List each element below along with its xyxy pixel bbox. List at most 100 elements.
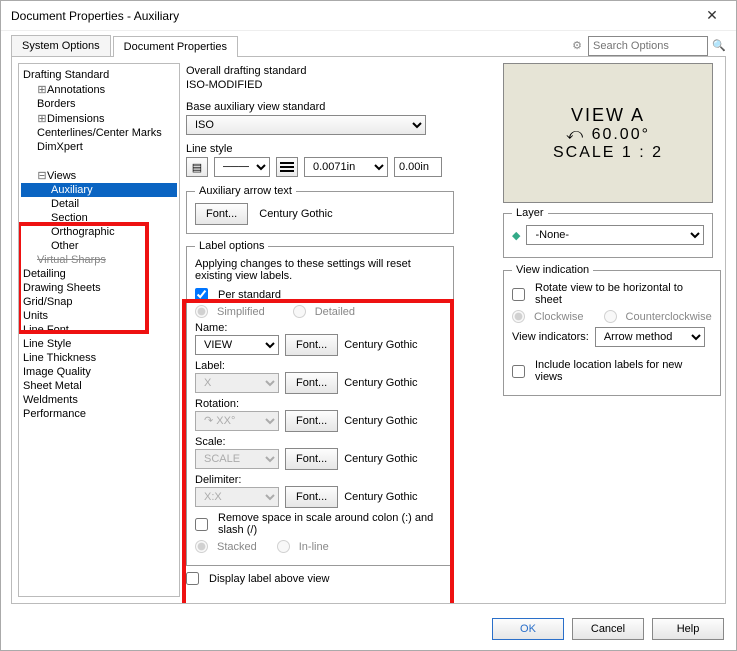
per-standard-label: Per standard	[218, 289, 281, 301]
tree-sheet-metal[interactable]: Sheet Metal	[21, 379, 177, 393]
name-font-button[interactable]: Font...	[285, 334, 338, 356]
tree-detail[interactable]: Detail	[21, 197, 177, 211]
tree-performance[interactable]: Performance	[21, 407, 177, 421]
search-icon[interactable]: 🔍	[712, 39, 726, 52]
search-input[interactable]	[588, 36, 708, 56]
cancel-button[interactable]: Cancel	[572, 618, 644, 640]
label-font-name: Century Gothic	[344, 377, 417, 389]
scale-select: SCALE	[195, 449, 279, 469]
overall-standard-value: ISO-MODIFIED	[186, 79, 454, 91]
detailed-radio	[293, 305, 306, 318]
tree-other[interactable]: Other	[21, 239, 177, 253]
auxiliary-arrow-text-legend: Auxiliary arrow text	[195, 185, 296, 197]
tree-orthographic[interactable]: Orthographic	[21, 225, 177, 239]
rotation-font-name: Century Gothic	[344, 415, 417, 427]
tree-annotations[interactable]: ⊞Annotations	[21, 82, 177, 97]
tree-borders[interactable]: Borders	[21, 97, 177, 111]
delimiter-font-button[interactable]: Font...	[285, 486, 338, 508]
tree-dimxpert[interactable]: DimXpert	[21, 140, 177, 154]
name-select[interactable]: VIEW	[195, 335, 279, 355]
rotation-label: Rotation:	[195, 398, 445, 410]
tree-centerlines[interactable]: Centerlines/Center Marks	[21, 126, 177, 140]
remove-space-checkbox[interactable]	[195, 518, 208, 531]
name-font-name: Century Gothic	[344, 339, 417, 351]
tree-drawing-sheets[interactable]: Drawing Sheets	[21, 281, 177, 295]
tab-system-options[interactable]: System Options	[11, 35, 111, 56]
rotate-horizontal-checkbox[interactable]	[512, 288, 525, 301]
label-select: X	[195, 373, 279, 393]
base-standard-select[interactable]: ISO	[186, 115, 426, 135]
include-location-checkbox[interactable]	[512, 365, 525, 378]
view-indication-group: View indication Rotate view to be horizo…	[503, 264, 721, 396]
preview-scale: SCALE 1 : 2	[553, 144, 663, 162]
arrow-font-button[interactable]: Font...	[195, 203, 248, 225]
tree-weldments[interactable]: Weldments	[21, 393, 177, 407]
right-column: VIEW A ⤺ 60.00° SCALE 1 : 2 Layer ◆ -Non…	[503, 63, 713, 402]
ok-button[interactable]: OK	[492, 618, 564, 640]
line-style-row: ▤ ──── 0.0071in	[186, 157, 442, 177]
simplified-radio	[195, 305, 208, 318]
help-button[interactable]: Help	[652, 618, 724, 640]
name-label: Name:	[195, 322, 445, 334]
delimiter-font-name: Century Gothic	[344, 491, 417, 503]
overall-standard-label: Overall drafting standard	[186, 65, 454, 77]
tree-line-thickness[interactable]: Line Thickness	[21, 351, 177, 365]
layer-icon: ◆	[512, 229, 520, 242]
tree-line-style[interactable]: Line Style	[21, 337, 177, 351]
left-column: Overall drafting standard ISO-MODIFIED B…	[186, 63, 454, 589]
line-style-select[interactable]: ────	[214, 157, 270, 177]
line-weight-icon	[276, 157, 298, 177]
content-pane: Overall drafting standard ISO-MODIFIED B…	[186, 63, 713, 597]
nav-tree[interactable]: Drafting Standard ⊞Annotations Borders ⊞…	[18, 63, 180, 597]
tree-line-font[interactable]: Line Font	[21, 323, 177, 337]
label-font-button[interactable]: Font...	[285, 372, 338, 394]
gear-icon: ⚙	[570, 39, 584, 52]
scale-label: Scale:	[195, 436, 445, 448]
line-thickness-select[interactable]: 0.0071in	[304, 157, 388, 177]
tree-views[interactable]: ⊟Views	[21, 168, 177, 183]
tab-document-properties[interactable]: Document Properties	[113, 36, 238, 57]
tree-drafting-standard[interactable]: Drafting Standard	[21, 68, 177, 82]
detailed-label: Detailed	[315, 306, 355, 318]
inline-label: In-line	[299, 541, 329, 553]
view-indicators-label: View indicators:	[512, 331, 589, 343]
dialog-body: Drafting Standard ⊞Annotations Borders ⊞…	[11, 56, 726, 604]
tree-image-quality[interactable]: Image Quality	[21, 365, 177, 379]
display-above-checkbox[interactable]	[186, 572, 199, 585]
tree-grid-snap[interactable]: Grid/Snap	[21, 295, 177, 309]
titlebar: Document Properties - Auxiliary ✕	[1, 1, 736, 31]
delimiter-select: X:X	[195, 487, 279, 507]
tree-section[interactable]: Section	[21, 211, 177, 225]
display-above-label: Display label above view	[209, 573, 329, 585]
per-standard-checkbox[interactable]	[195, 288, 208, 301]
preview-view-label: VIEW A	[571, 105, 645, 126]
remove-space-label: Remove space in scale around colon (:) a…	[218, 512, 445, 536]
preview-pane: VIEW A ⤺ 60.00° SCALE 1 : 2	[503, 63, 713, 203]
ccw-radio	[604, 310, 617, 323]
stacked-radio	[195, 540, 208, 553]
scale-font-button[interactable]: Font...	[285, 448, 338, 470]
rotation-font-button[interactable]: Font...	[285, 410, 338, 432]
base-standard-label: Base auxiliary view standard	[186, 101, 454, 113]
label-options-group: Label options Applying changes to these …	[186, 240, 454, 566]
footer: OK Cancel Help	[1, 610, 736, 650]
label-label: Label:	[195, 360, 445, 372]
tree-virtual-sharps[interactable]: Virtual Sharps	[21, 253, 177, 267]
view-indicators-select[interactable]: Arrow method	[595, 327, 705, 347]
tree-detailing[interactable]: Detailing	[21, 267, 177, 281]
layer-legend: Layer	[512, 207, 548, 219]
layer-select[interactable]: -None-	[526, 225, 704, 245]
inline-radio	[277, 540, 290, 553]
clockwise-label: Clockwise	[534, 311, 584, 323]
delimiter-label: Delimiter:	[195, 474, 445, 486]
tree-auxiliary[interactable]: Auxiliary	[21, 183, 177, 197]
tab-strip: System Options Document Properties	[11, 35, 240, 56]
line-pattern-button[interactable]: ▤	[186, 157, 208, 177]
line-end-input[interactable]	[394, 157, 442, 177]
label-options-legend: Label options	[195, 240, 268, 252]
close-icon[interactable]: ✕	[692, 7, 732, 24]
window-title: Document Properties - Auxiliary	[11, 9, 692, 23]
search-box[interactable]: ⚙ 🔍	[570, 36, 726, 56]
tree-dimensions[interactable]: ⊞Dimensions	[21, 111, 177, 126]
tree-units[interactable]: Units	[21, 309, 177, 323]
